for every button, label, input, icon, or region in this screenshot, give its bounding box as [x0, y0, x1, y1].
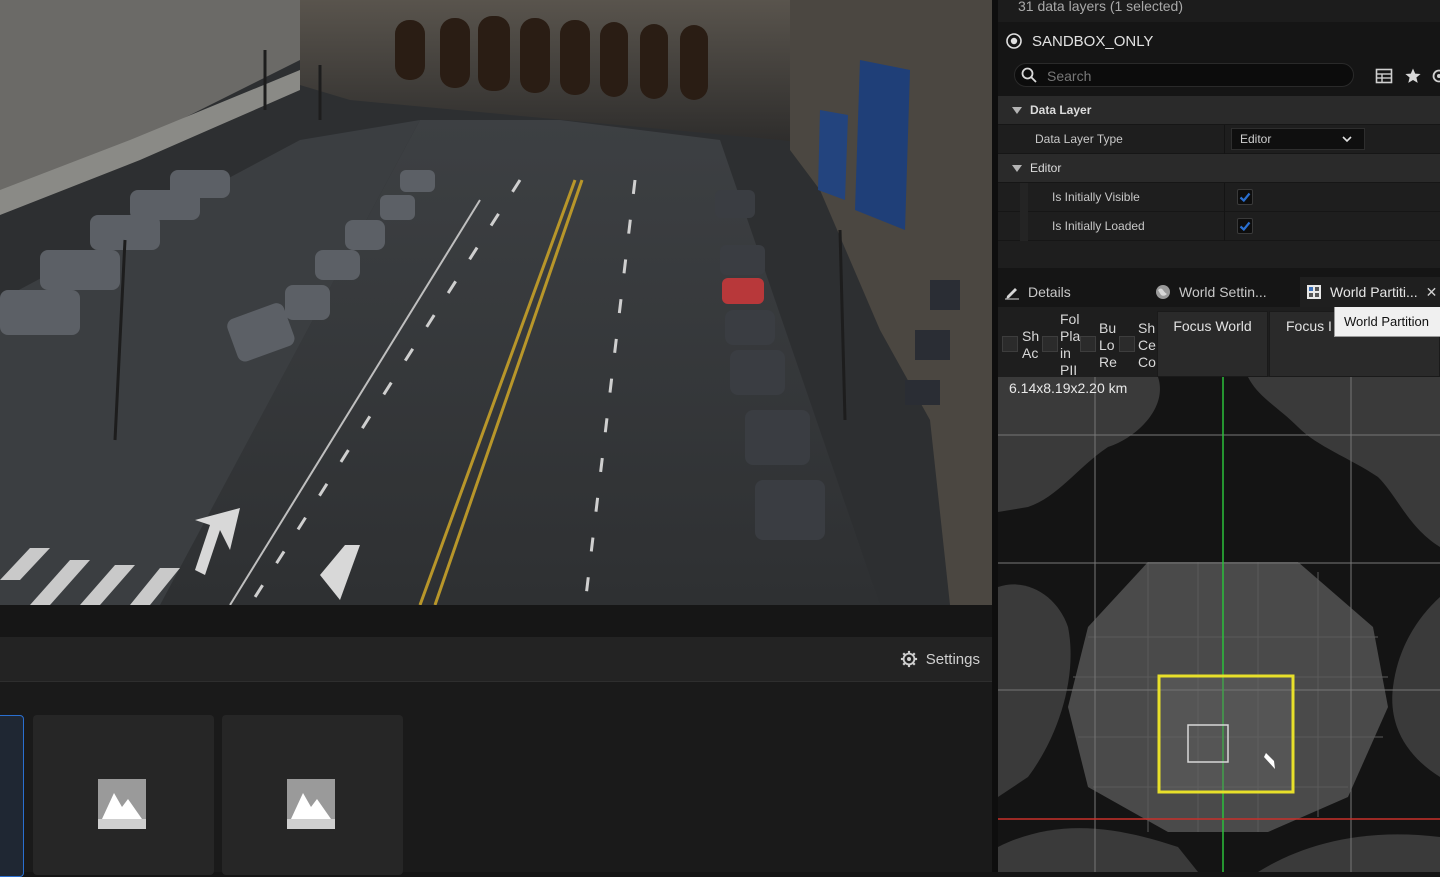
- tab-label: Details: [1028, 284, 1071, 300]
- toggle-text: Co: [1138, 354, 1158, 371]
- content-browser-panel: Settings: [0, 605, 992, 872]
- details-empty-space: [998, 242, 1440, 268]
- panel-tab-bar: Details World Settin... World Partiti...…: [998, 277, 1440, 307]
- world-partition-minimap[interactable]: [998, 377, 1440, 872]
- initially-loaded-checkbox[interactable]: [1237, 218, 1253, 234]
- level-viewport[interactable]: [0, 0, 992, 605]
- property-label: Data Layer Type: [1035, 132, 1123, 146]
- bugitgo-checkbox[interactable]: [1080, 336, 1096, 352]
- initially-visible-checkbox[interactable]: [1237, 189, 1253, 205]
- minimap-canvas: [998, 377, 1440, 872]
- follow-player-toggle[interactable]: Fol Pla in PII: [1060, 311, 1080, 379]
- details-search-box[interactable]: [1014, 63, 1354, 87]
- search-input[interactable]: [1045, 66, 1349, 86]
- toggle-text: Fol: [1060, 311, 1080, 328]
- toggle-text: Re: [1099, 354, 1119, 371]
- asset-tile-selected[interactable]: [0, 715, 24, 877]
- right-panels: 31 data layers (1 selected) SANDBOX_ONLY: [992, 0, 1440, 872]
- toggle-text: Lo: [1099, 337, 1119, 354]
- world-dimensions-label: 6.14x8.19x2.20 km: [1009, 380, 1127, 396]
- panel-strip: [0, 605, 992, 637]
- follow-player-checkbox[interactable]: [1042, 336, 1058, 352]
- content-browser-toolbar: Settings: [0, 637, 992, 682]
- globe-icon: [1155, 284, 1171, 300]
- toggle-text: Bu: [1099, 320, 1119, 337]
- category-data-layer[interactable]: Data Layer: [998, 96, 1440, 125]
- checkmark-icon: [1239, 220, 1251, 232]
- property-row-initially-visible: Is Initially Visible: [998, 183, 1440, 212]
- texture-icon: [287, 779, 335, 829]
- tooltip: World Partition: [1334, 307, 1440, 337]
- toggle-text: Pla: [1060, 328, 1080, 345]
- dropdown-value: Editor: [1240, 132, 1271, 146]
- property-row-data-layer-type: Data Layer Type Editor: [998, 125, 1440, 154]
- chevron-down-icon: [1342, 134, 1352, 144]
- category-label: Data Layer: [1030, 103, 1091, 117]
- asset-tile[interactable]: [222, 715, 403, 875]
- asset-grid: [0, 682, 992, 872]
- toggle-text: Sh: [1138, 320, 1158, 337]
- show-cells-checkbox[interactable]: [1119, 336, 1135, 352]
- grid-icon: [1306, 284, 1322, 300]
- collapse-arrow-icon: [1012, 107, 1022, 114]
- close-icon[interactable]: ✕: [1426, 284, 1438, 301]
- category-editor[interactable]: Editor: [998, 154, 1440, 183]
- tab-world-settings[interactable]: World Settin...: [1155, 277, 1295, 307]
- collapse-arrow-icon: [1012, 165, 1022, 172]
- asset-tile[interactable]: [33, 715, 214, 875]
- settings-button[interactable]: Settings: [900, 645, 980, 673]
- show-cells-toggle[interactable]: Sh Ce Co: [1138, 320, 1158, 371]
- property-label: Is Initially Visible: [1052, 190, 1140, 204]
- data-layer-icon: [1006, 33, 1022, 49]
- bugitgo-toggle[interactable]: Bu Lo Re: [1099, 320, 1119, 371]
- pencil-icon: [1004, 284, 1020, 300]
- category-label: Editor: [1030, 161, 1061, 175]
- details-properties: Data Layer Data Layer Type Editor Editor…: [998, 96, 1440, 242]
- search-icon: [1021, 67, 1037, 83]
- selected-data-layer-header: SANDBOX_ONLY: [998, 27, 1440, 55]
- tab-world-partition[interactable]: World Partiti... ✕: [1300, 277, 1440, 307]
- star-icon[interactable]: [1404, 67, 1422, 85]
- property-row-initially-loaded: Is Initially Loaded: [998, 212, 1440, 241]
- world-partition-toolbar: Sh Ac Fol Pla in PII Bu Lo Re Sh Ce Co: [998, 307, 1440, 377]
- gear-icon: [900, 650, 918, 668]
- viewport-scene: [0, 0, 992, 605]
- show-actors-toggle[interactable]: Sh Ac: [1022, 328, 1044, 362]
- tab-label: World Partiti...: [1330, 284, 1418, 300]
- data-layer-count: 31 data layers (1 selected): [998, 0, 1440, 22]
- gear-icon[interactable]: [1430, 67, 1440, 85]
- toggle-text: Ce: [1138, 337, 1158, 354]
- toggle-text: in: [1060, 345, 1080, 362]
- toggle-text: Ac: [1022, 345, 1044, 362]
- settings-label: Settings: [926, 651, 980, 668]
- checkmark-icon: [1239, 191, 1251, 203]
- toggle-text: Sh: [1022, 328, 1044, 345]
- show-actors-checkbox[interactable]: [1002, 336, 1018, 352]
- table-view-icon[interactable]: [1375, 67, 1393, 85]
- world-partition-panel: Sh Ac Fol Pla in PII Bu Lo Re Sh Ce Co: [998, 307, 1440, 872]
- details-search-row: [998, 61, 1440, 91]
- tab-label: World Settin...: [1179, 284, 1267, 300]
- texture-icon: [98, 779, 146, 829]
- tab-details[interactable]: Details: [1004, 277, 1144, 307]
- property-label: Is Initially Loaded: [1052, 219, 1145, 233]
- data-layer-type-dropdown[interactable]: Editor: [1231, 128, 1365, 150]
- focus-world-button[interactable]: Focus World: [1157, 311, 1268, 377]
- selected-data-layer-name: SANDBOX_ONLY: [1032, 33, 1153, 50]
